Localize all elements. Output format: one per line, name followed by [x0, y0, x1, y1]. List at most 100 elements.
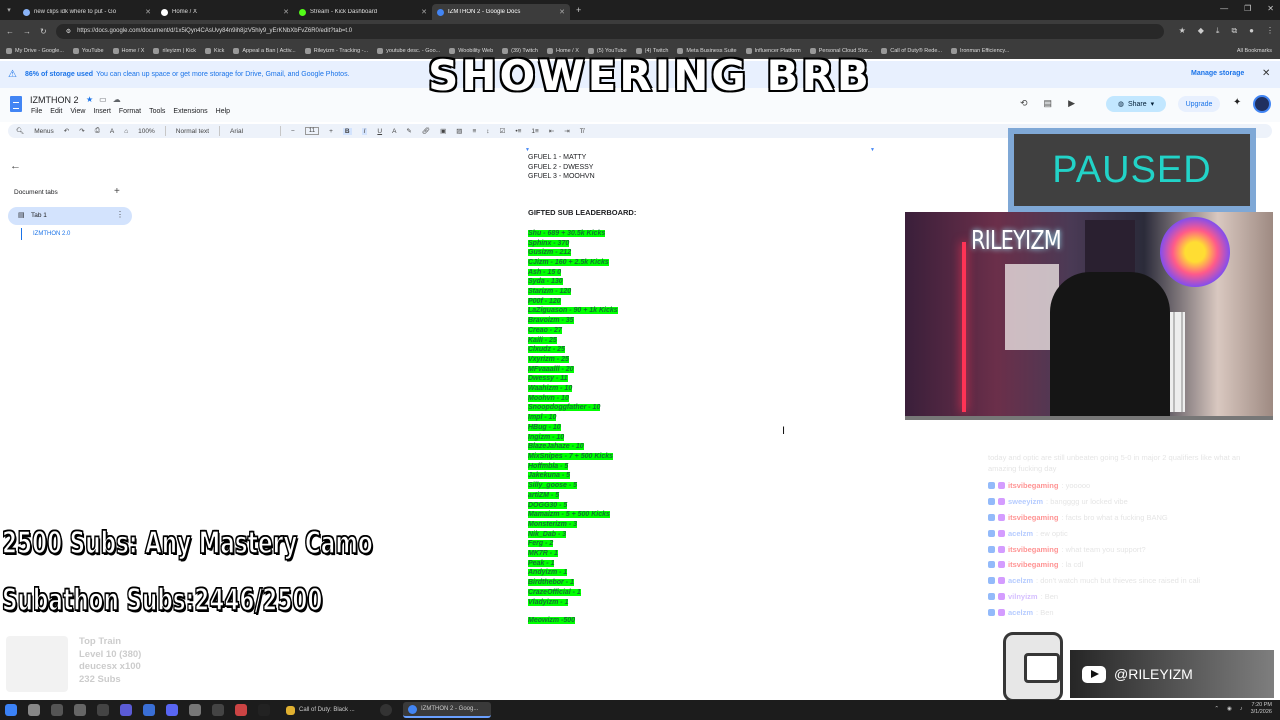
close-tab-icon[interactable]: ✕	[559, 8, 565, 16]
bookmark-item[interactable]: Appeal a Ban | Activ...	[233, 47, 296, 54]
move-folder-icon[interactable]: ▭	[99, 95, 107, 104]
close-banner-icon[interactable]: ✕	[1262, 68, 1270, 79]
tray-chevron-icon[interactable]: ⌃	[1214, 706, 1219, 712]
chevron-down-icon[interactable]: ▾	[1151, 100, 1155, 108]
obs-icon[interactable]	[380, 704, 392, 716]
menu-edit[interactable]: Edit	[50, 108, 62, 115]
print-icon[interactable]: ⎙	[95, 127, 100, 135]
new-tab-icon[interactable]: +	[570, 5, 587, 15]
reload-icon[interactable]: ↻	[40, 27, 47, 36]
more-options-icon[interactable]: ⋮	[116, 210, 124, 219]
document-title[interactable]: IZMTHON 2	[30, 95, 79, 105]
docs-logo-icon[interactable]	[10, 96, 22, 112]
history-icon[interactable]: ⟲	[1020, 98, 1028, 109]
app-icon[interactable]	[235, 704, 247, 716]
close-window-icon[interactable]: ✕	[1267, 4, 1274, 13]
menu-file[interactable]: File	[31, 108, 42, 115]
manage-storage-link[interactable]: Manage storage	[1191, 70, 1244, 77]
bookmark-item[interactable]: Kick	[204, 47, 224, 54]
document-page[interactable]: GFUEL 1 - MATTY GFUEL 2 - DWESSY GFUEL 3…	[528, 153, 828, 626]
search-menus-icon[interactable]: 🔍︎	[16, 127, 24, 135]
app-icon[interactable]	[51, 704, 63, 716]
bookmark-item[interactable]: My Drive - Google...	[6, 47, 64, 54]
browser-tab[interactable]: new clips idk where to put - Go ✕	[18, 4, 156, 20]
link-icon[interactable]: 🔗︎	[422, 127, 430, 135]
task-view-icon[interactable]	[28, 704, 40, 716]
spellcheck-icon[interactable]: A	[110, 128, 114, 135]
right-indent-marker[interactable]: ▼	[870, 147, 875, 153]
all-bookmarks-link[interactable]: All Bookmarks	[1237, 48, 1280, 54]
underline-icon[interactable]: U	[377, 128, 382, 135]
taskbar-app-docs[interactable]: IZMTHON 2 - Goog...	[403, 702, 491, 718]
bookmark-star-icon[interactable]: ★	[1179, 26, 1186, 36]
numbered-list-icon[interactable]: 1≡	[531, 128, 538, 135]
align-icon[interactable]: ≡	[472, 128, 476, 135]
checklist-icon[interactable]: ☑	[500, 127, 506, 135]
meet-icon[interactable]: ▶	[1068, 98, 1075, 109]
app-icon[interactable]	[143, 704, 155, 716]
zoom-select[interactable]: 100%	[138, 128, 155, 135]
style-select[interactable]: Normal text	[176, 128, 209, 135]
menu-help[interactable]: Help	[216, 108, 230, 115]
browser-menu-icon[interactable]: ⋮	[1266, 26, 1274, 36]
bookmark-item[interactable]: YouTube	[72, 47, 104, 54]
profile-icon[interactable]: ●	[1249, 26, 1254, 36]
volume-icon[interactable]: ♪	[1240, 706, 1243, 712]
line-spacing-icon[interactable]: ↕	[486, 128, 489, 135]
italic-icon[interactable]: I	[361, 127, 368, 135]
bookmark-item[interactable]: rileyizm | Kick	[153, 47, 196, 54]
decrease-font-icon[interactable]: −	[291, 128, 295, 135]
font-size-input[interactable]: 11	[304, 127, 320, 135]
bold-icon[interactable]: B	[342, 127, 352, 135]
comment-icon[interactable]: ▣	[440, 127, 446, 135]
discord-icon[interactable]	[166, 704, 178, 716]
clock[interactable]: 7:20 PM 3/1/2026	[1251, 702, 1272, 716]
url-input[interactable]: ⚙ https://docs.google.com/document/d/1x5i…	[55, 23, 1164, 39]
app-icon[interactable]	[74, 704, 86, 716]
cloud-status-icon[interactable]: ☁	[113, 95, 121, 104]
extensions-puzzle-icon[interactable]: ⧉	[1231, 26, 1237, 36]
network-icon[interactable]: ◉	[1227, 706, 1232, 712]
browser-tab[interactable]: Home / X ✕	[156, 4, 294, 20]
upgrade-button[interactable]: Upgrade	[1178, 96, 1220, 112]
back-arrow-icon[interactable]: ←	[10, 160, 21, 172]
font-select[interactable]: Arial	[230, 128, 270, 135]
redo-icon[interactable]: ↷	[79, 127, 84, 135]
menu-view[interactable]: View	[70, 108, 85, 115]
site-info-icon[interactable]: ⚙	[66, 28, 71, 35]
clear-formatting-icon[interactable]: T̸	[580, 128, 584, 135]
search-menus[interactable]: Menus	[34, 128, 54, 135]
taskbar-app-cod[interactable]: Call of Duty: Black ...	[281, 702, 369, 718]
settings-icon[interactable]	[189, 704, 201, 716]
menu-tools[interactable]: Tools	[149, 108, 165, 115]
paint-format-icon[interactable]: ⌂	[124, 128, 128, 135]
highlight-icon[interactable]: ✎	[406, 127, 411, 135]
undo-icon[interactable]: ↶	[64, 127, 69, 135]
maximize-icon[interactable]: ❐	[1244, 4, 1251, 13]
bookmark-item[interactable]: Home / X	[112, 47, 144, 54]
share-button[interactable]: ◍ Share ▾	[1106, 96, 1166, 112]
close-tab-icon[interactable]: ✕	[145, 8, 151, 16]
increase-indent-icon[interactable]: ⇥	[564, 127, 569, 135]
text-color-icon[interactable]: A	[392, 128, 396, 135]
app-icon[interactable]	[212, 704, 224, 716]
add-tab-icon[interactable]: +	[114, 186, 120, 197]
close-tab-icon[interactable]: ✕	[421, 8, 427, 16]
comments-icon[interactable]: ▤	[1044, 98, 1053, 109]
browser-tab[interactable]: Stream - Kick Dashboard ✕	[294, 4, 432, 20]
app-icon[interactable]	[120, 704, 132, 716]
x-icon[interactable]	[258, 704, 270, 716]
forward-icon[interactable]: →	[23, 27, 31, 36]
menu-format[interactable]: Format	[119, 108, 141, 115]
sidebar-item-tab-1[interactable]: ▤ Tab 1 ⋮	[8, 207, 132, 225]
browser-tab-active[interactable]: IZMTHON 2 - Google Docs ✕	[432, 4, 570, 20]
download-icon[interactable]: ⤓	[1216, 26, 1220, 36]
decrease-indent-icon[interactable]: ⇤	[549, 127, 554, 135]
tab-search-icon[interactable]: ▾	[0, 6, 18, 14]
menu-extensions[interactable]: Extensions	[173, 108, 207, 115]
extension-icon[interactable]: ◆	[1198, 26, 1204, 36]
minimize-icon[interactable]: —	[1220, 4, 1228, 13]
bullet-list-icon[interactable]: •≡	[515, 128, 521, 135]
app-icon[interactable]	[97, 704, 109, 716]
avatar[interactable]	[1253, 95, 1271, 113]
